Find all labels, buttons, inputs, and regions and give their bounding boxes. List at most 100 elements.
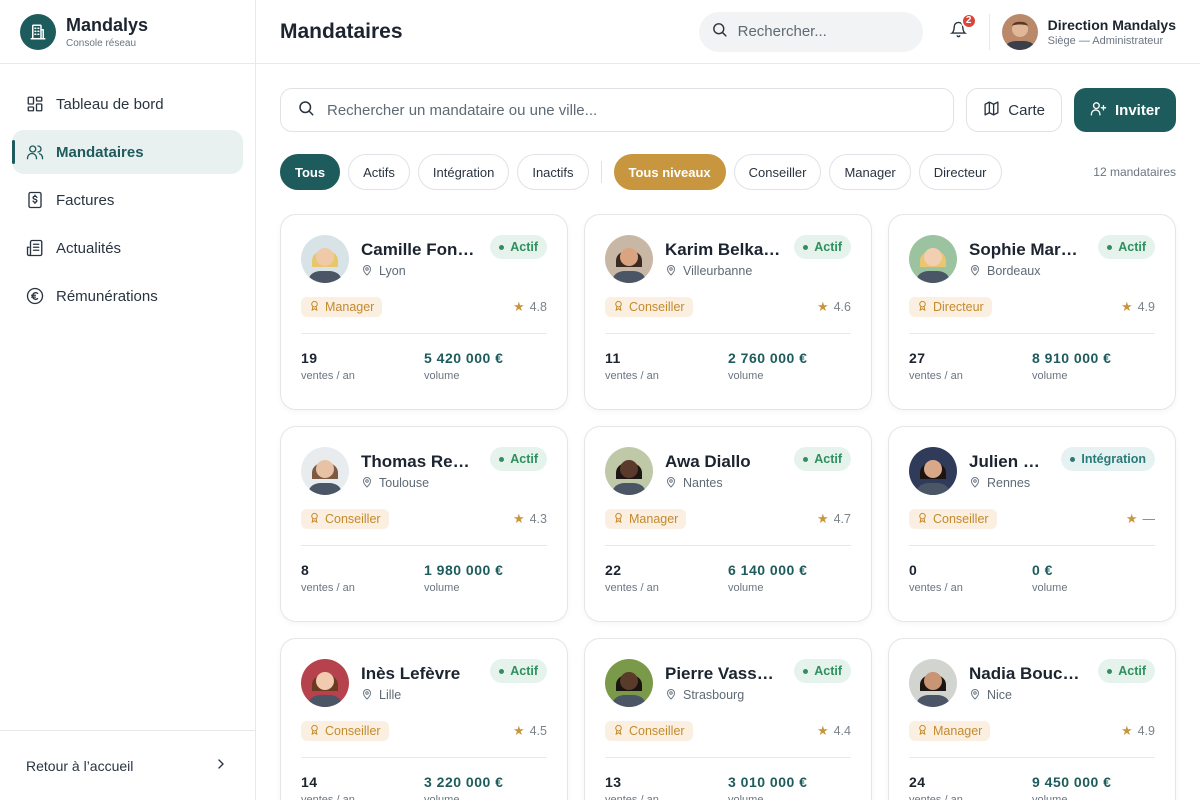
results-count: 12 mandataires (1093, 165, 1176, 179)
filter-status-tous[interactable]: Tous (280, 154, 341, 190)
sales-count: 13 (605, 774, 622, 790)
award-icon (613, 512, 624, 526)
header-search-input[interactable] (737, 23, 898, 40)
filter-status-inactifs[interactable]: Inactifs (517, 154, 589, 190)
rating: ★ 4.3 (512, 511, 547, 526)
level-badge: Conseiller (605, 721, 693, 741)
map-pin-icon (361, 264, 373, 279)
star-icon: ★ (1120, 723, 1133, 738)
sales-volume: 9 450 000 € (1032, 774, 1112, 790)
avatar (301, 447, 349, 495)
map-button[interactable]: Carte (966, 88, 1062, 132)
agent-city: Lille (379, 688, 402, 702)
level-badge: Directeur (909, 297, 992, 317)
star-icon: ★ (1125, 511, 1138, 526)
star-icon: ★ (512, 511, 525, 526)
agent-card[interactable]: Awa Diallo Nantes Actif Manager ★ 4.7 22 … (584, 426, 872, 622)
sidebar-item-actualites[interactable]: Actualités (12, 226, 243, 270)
sidebar-item-label: Mandataires (56, 143, 144, 161)
user-name: Direction Mandalys (1047, 16, 1176, 33)
star-icon: ★ (1120, 299, 1133, 314)
filter-status-actifs[interactable]: Actifs (348, 154, 410, 190)
volume-label: volume (424, 582, 460, 594)
status-badge: Actif (1098, 235, 1155, 259)
agent-card[interactable]: Thomas Ren… Toulouse Actif Conseiller ★ 4… (280, 426, 568, 622)
agent-city: Rennes (987, 476, 1031, 490)
agent-city: Nantes (683, 476, 723, 490)
agent-card[interactable]: Sophie Marc… Bordeaux Actif Directeur ★ 4… (888, 214, 1176, 410)
agent-search-input[interactable] (327, 101, 938, 119)
sales-label: ventes / an (605, 794, 659, 800)
agent-card[interactable]: Camille Font… Lyon Actif Manager ★ 4.8 19… (280, 214, 568, 410)
sidebar-item-factures[interactable]: Factures (12, 178, 243, 222)
back-home-link[interactable]: Retour à l’accueil (0, 730, 255, 800)
filter-status-integration[interactable]: Intégration (417, 154, 510, 190)
header-divider (988, 13, 990, 50)
star-icon: ★ (512, 299, 525, 314)
rating: ★ 4.7 (816, 511, 851, 526)
map-pin-icon (969, 264, 981, 279)
rating: ★ 4.5 (512, 723, 547, 738)
user-menu[interactable]: Direction Mandalys Siège — Administrateu… (1001, 13, 1176, 50)
star-icon: ★ (816, 299, 829, 314)
avatar (909, 235, 957, 283)
sales-count: 27 (909, 350, 926, 366)
filter-level-directeur[interactable]: Directeur (918, 154, 1002, 190)
filter-level-conseiller[interactable]: Conseiller (733, 154, 822, 190)
sales-count: 22 (605, 562, 622, 578)
agent-card[interactable]: Karim Belka… Villeurbanne Actif Conseill… (584, 214, 872, 410)
agent-city: Villeurbanne (683, 264, 753, 278)
brand-subtitle: Console réseau (66, 37, 137, 49)
agent-card[interactable]: Inès Lefèvre Lille Actif Conseiller ★ 4.5… (280, 638, 568, 800)
agent-card[interactable]: Pierre Vasseur Strasbourg Actif Conseill… (584, 638, 872, 800)
agent-card[interactable]: Nadia Bouch… Nice Actif Manager ★ 4.9 24 … (888, 638, 1176, 800)
volume-label: volume (424, 794, 460, 800)
sidebar-item-tableau-de-bord[interactable]: Tableau de bord (12, 82, 243, 126)
notifications-button[interactable]: 2 (947, 12, 977, 44)
award-icon (613, 300, 624, 314)
sidebar-nav: Tableau de bord Mandataires Factures Act… (0, 64, 255, 730)
sidebar-item-mandataires[interactable]: Mandataires (12, 130, 243, 174)
sales-label: ventes / an (909, 582, 963, 594)
toolbar: Carte Inviter (280, 88, 1176, 132)
star-icon: ★ (512, 723, 525, 738)
avatar (605, 659, 653, 707)
volume-label: volume (1032, 794, 1068, 800)
sidebar-item-remunerations[interactable]: Rémunérations (12, 274, 243, 318)
award-icon (917, 512, 928, 526)
filter-level-all[interactable]: Tous niveaux (613, 154, 726, 190)
sales-count: 24 (909, 774, 926, 790)
agent-city: Strasbourg (683, 688, 745, 702)
search-icon (297, 99, 315, 122)
invite-button[interactable]: Inviter (1073, 88, 1176, 132)
agent-name: Awa Diallo (665, 451, 751, 471)
sales-volume: 8 910 000 € (1032, 350, 1112, 366)
filter-level-manager[interactable]: Manager (829, 154, 911, 190)
status-badge: Actif (794, 447, 851, 471)
map-button-label: Carte (1008, 101, 1045, 119)
level-badge: Conseiller (301, 721, 389, 741)
sidebar-item-label: Tableau de bord (56, 95, 164, 113)
agent-search (280, 88, 955, 132)
award-icon (917, 300, 928, 314)
status-badge: Actif (794, 659, 851, 683)
map-pin-icon (665, 264, 677, 279)
euro-icon (26, 287, 44, 305)
main: Mandataires 2 Direction Mandalys (256, 0, 1200, 800)
status-badge: Actif (490, 447, 547, 471)
search-icon (711, 21, 728, 43)
users-icon (26, 143, 44, 161)
sales-count: 0 (909, 562, 918, 578)
agent-city: Nice (987, 688, 1013, 702)
avatar (605, 447, 653, 495)
user-role: Siège — Administrateur (1047, 34, 1164, 47)
agent-name: Nadia Bouch… (969, 663, 1087, 683)
star-icon: ★ (816, 723, 829, 738)
sales-volume: 6 140 000 € (728, 562, 808, 578)
award-icon (309, 512, 320, 526)
status-badge: Actif (1098, 659, 1155, 683)
agent-card[interactable]: Julien … Rennes Intégration Conseiller ★… (888, 426, 1176, 622)
rating: ★ 4.8 (512, 299, 547, 314)
newspaper-icon (26, 239, 44, 257)
status-badge: Actif (490, 659, 547, 683)
